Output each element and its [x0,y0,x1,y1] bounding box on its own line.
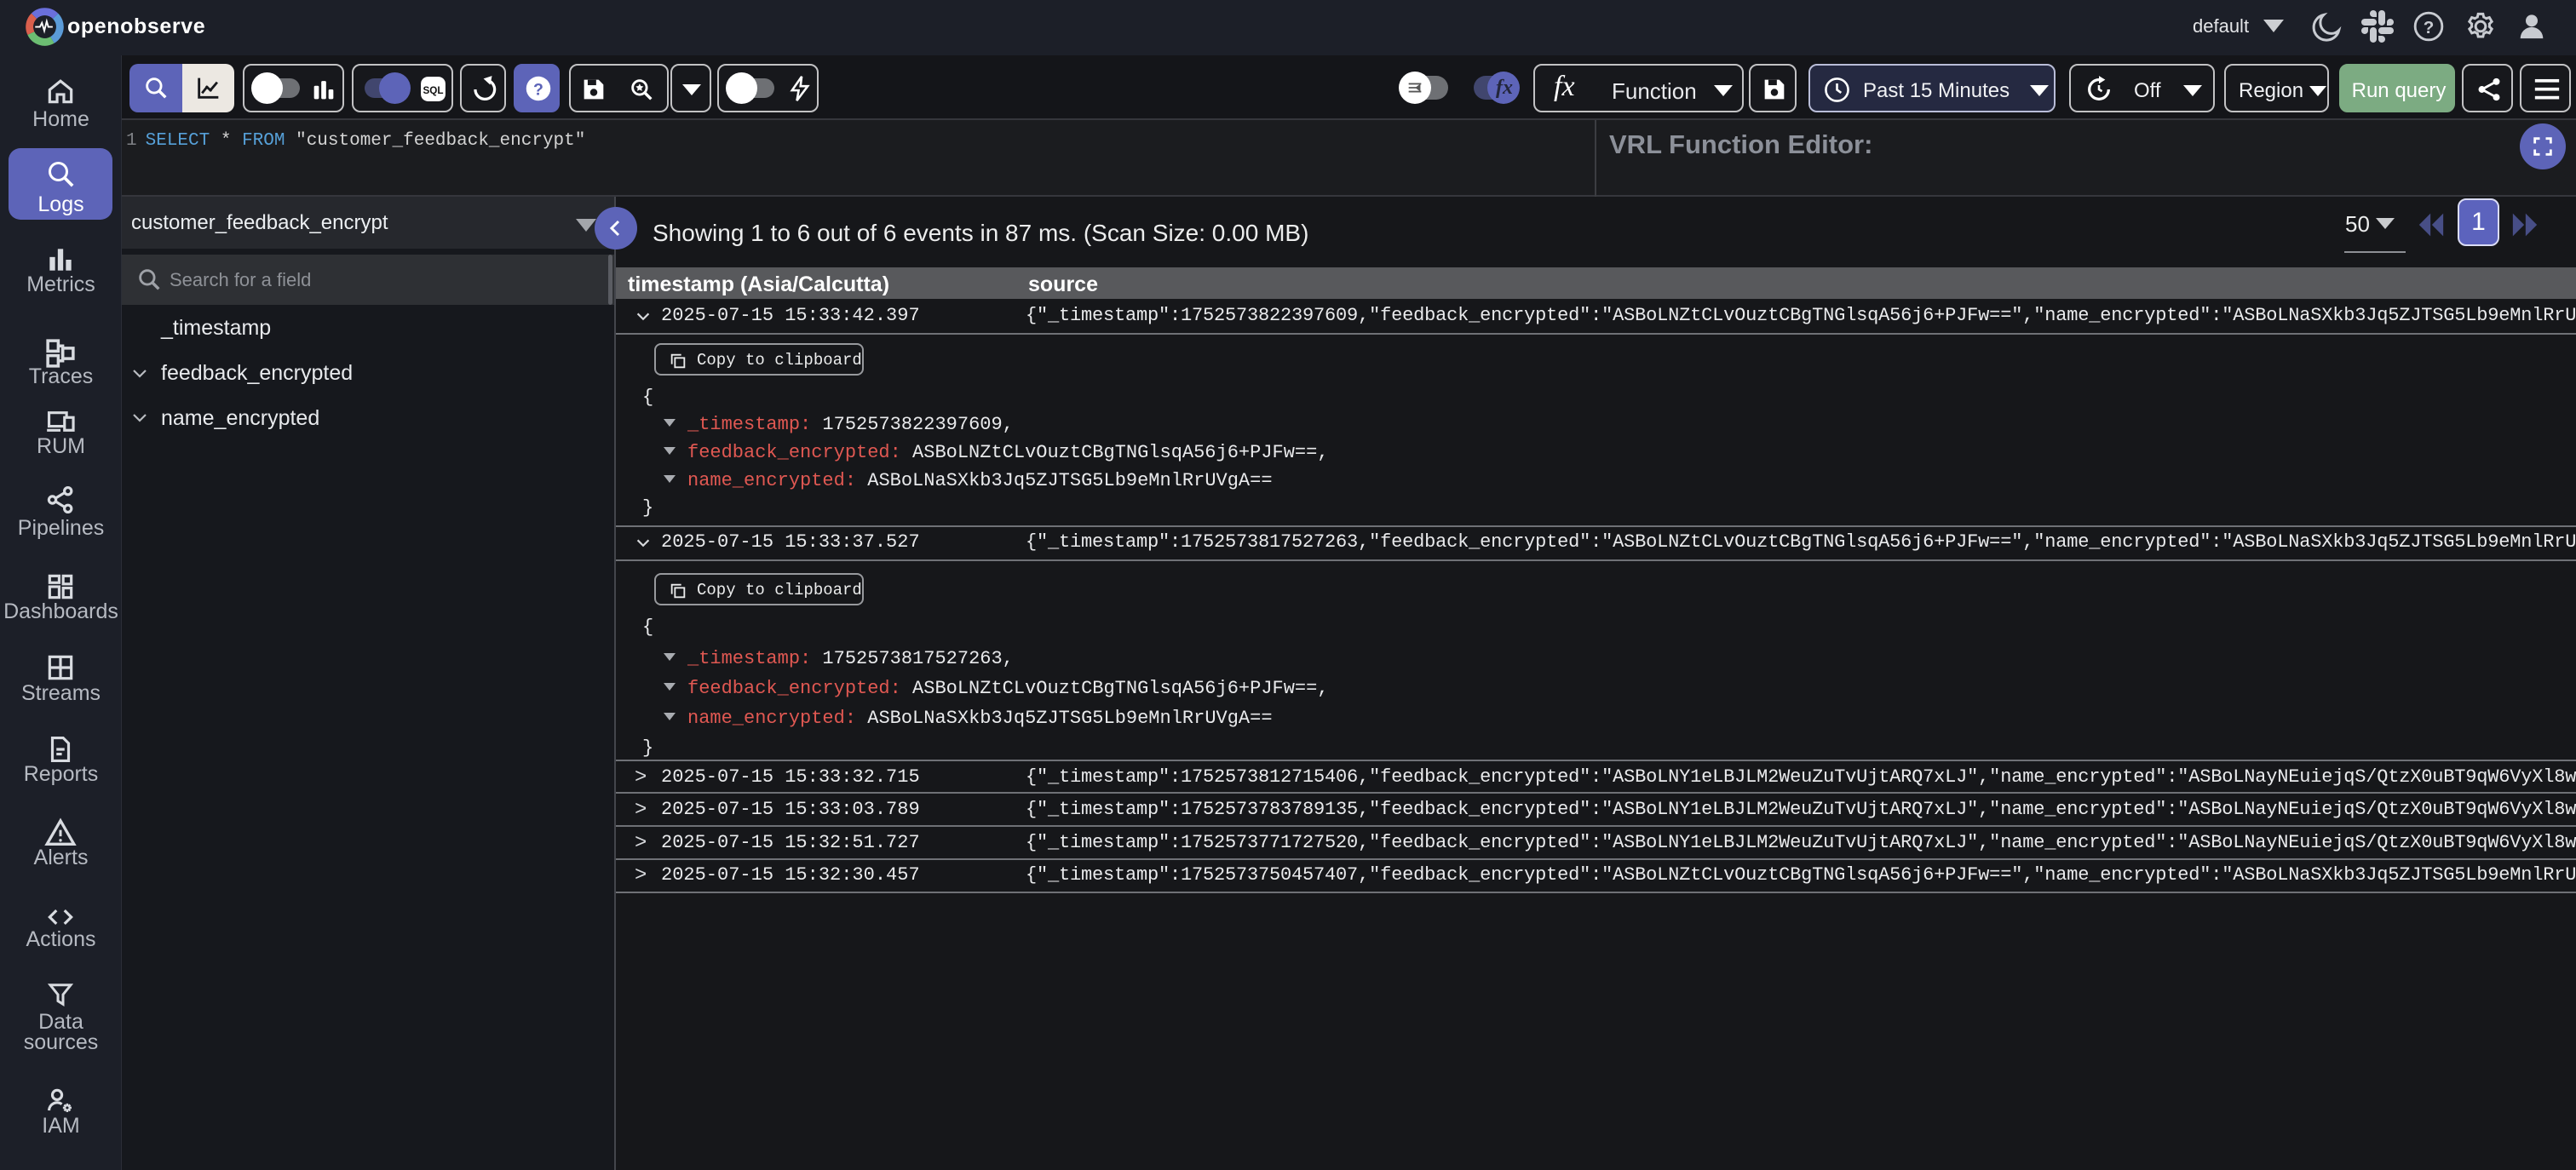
svg-text:SQL: SQL [423,85,444,96]
svg-text:?: ? [533,81,543,100]
svg-text:?: ? [2424,18,2435,37]
